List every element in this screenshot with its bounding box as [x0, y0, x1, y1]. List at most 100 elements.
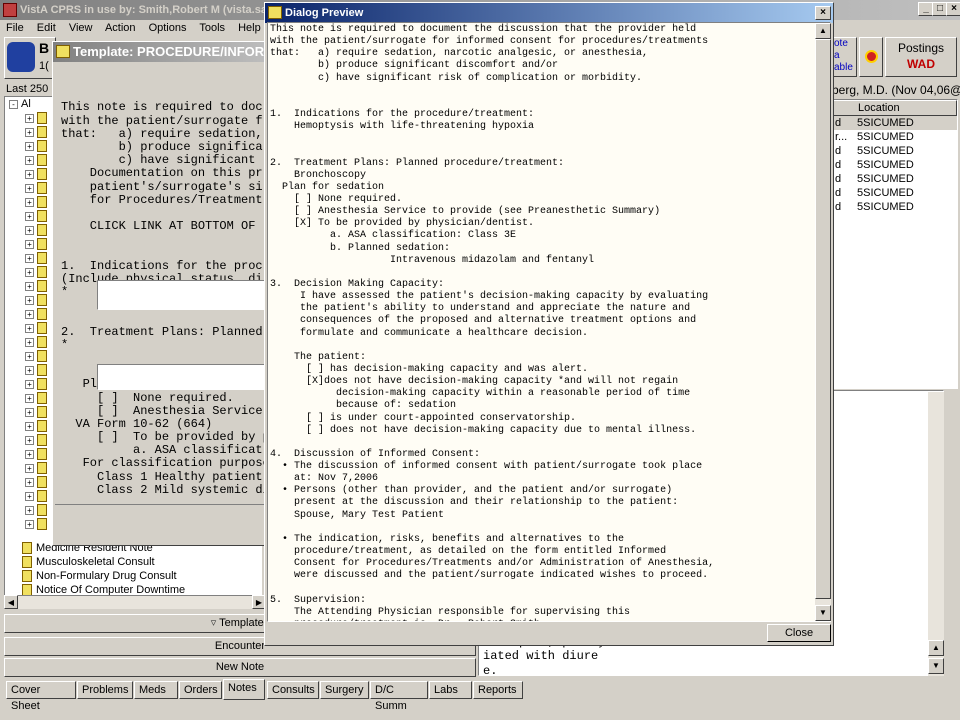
location-column-header[interactable]: Location [831, 100, 957, 116]
scroll-up-arrow[interactable]: ▲ [815, 23, 831, 39]
expand-icon[interactable]: + [25, 337, 34, 347]
tree-node[interactable]: + [5, 391, 53, 405]
expand-icon[interactable]: + [25, 113, 34, 123]
tab-d-c-summ[interactable]: D/C Summ [370, 681, 428, 712]
tree-node[interactable]: + [5, 433, 53, 447]
tree-node[interactable]: + [5, 349, 53, 363]
expand-icon[interactable]: + [25, 323, 34, 333]
dialog-text-area[interactable]: This note is required to document the di… [267, 22, 831, 622]
location-row[interactable]: d 5SICUMED [831, 144, 957, 158]
expand-icon[interactable]: + [25, 295, 34, 305]
tree-root[interactable]: - Al [5, 97, 53, 111]
tree-node[interactable]: + [5, 335, 53, 349]
tab-labs[interactable]: Labs [429, 681, 472, 699]
tree-node[interactable]: + [5, 265, 53, 279]
location-row[interactable]: d 5SICUMED [831, 158, 957, 172]
tree-item[interactable]: Musculoskeletal Consult [22, 555, 262, 569]
tree-node[interactable]: + [5, 237, 53, 251]
expand-icon[interactable]: + [25, 449, 34, 459]
location-row[interactable]: r... 5SICUMED [831, 130, 957, 144]
tree-node[interactable]: + [5, 139, 53, 153]
menu-action[interactable]: Action [105, 22, 136, 34]
expand-icon[interactable]: + [25, 519, 34, 529]
expand-icon[interactable]: + [25, 225, 34, 235]
indications-field[interactable] [97, 280, 274, 310]
menu-view[interactable]: View [69, 22, 93, 34]
tree-node[interactable]: + [5, 223, 53, 237]
expand-icon[interactable]: + [25, 505, 34, 515]
patient-banner[interactable]: B 1( [4, 37, 56, 79]
dialog-vscrollbar[interactable]: ▲ ▼ [815, 23, 831, 621]
expand-icon[interactable]: + [25, 183, 34, 193]
tree-node[interactable]: + [5, 405, 53, 419]
expand-icon[interactable]: + [25, 267, 34, 277]
expand-icon[interactable]: + [25, 281, 34, 291]
menu-options[interactable]: Options [149, 22, 187, 34]
tree-node[interactable]: + [5, 377, 53, 391]
tab-meds[interactable]: Meds [134, 681, 178, 699]
expand-icon[interactable]: + [25, 127, 34, 137]
location-row[interactable]: d 5SICUMED [831, 186, 957, 200]
tree-node[interactable]: + [5, 279, 53, 293]
tree-item[interactable]: Non-Formulary Drug Consult [22, 569, 262, 583]
tree-node[interactable]: + [5, 461, 53, 475]
tab-cover-sheet[interactable]: Cover Sheet [6, 681, 76, 712]
expand-icon[interactable]: + [25, 477, 34, 487]
menu-file[interactable]: File [6, 22, 24, 34]
location-row[interactable]: d 5SICUMED [831, 200, 957, 214]
expand-icon[interactable]: + [25, 435, 34, 445]
location-row[interactable]: d 5SICUMED [831, 172, 957, 186]
tab-reports[interactable]: Reports [473, 681, 523, 699]
menu-tools[interactable]: Tools [199, 22, 225, 34]
tree-node[interactable]: + [5, 167, 53, 181]
expand-icon[interactable]: + [25, 379, 34, 389]
expand-icon[interactable]: + [25, 239, 34, 249]
dialog-close-button[interactable]: Close [767, 624, 831, 642]
expand-icon[interactable]: + [25, 169, 34, 179]
expand-icon[interactable]: + [25, 365, 34, 375]
close-icon[interactable]: × [946, 2, 960, 16]
menu-edit[interactable]: Edit [37, 22, 56, 34]
expand-icon[interactable]: + [25, 211, 34, 221]
tab-surgery[interactable]: Surgery [320, 681, 369, 699]
tree-node[interactable]: + [5, 111, 53, 125]
expand-icon[interactable]: + [25, 155, 34, 165]
tree-node[interactable]: + [5, 419, 53, 433]
expand-icon[interactable]: + [25, 351, 34, 361]
tab-problems[interactable]: Problems [77, 681, 133, 699]
tree-node[interactable]: + [5, 475, 53, 489]
expand-icon[interactable]: + [25, 393, 34, 403]
tree-node[interactable]: + [5, 503, 53, 517]
expand-icon[interactable]: + [25, 309, 34, 319]
expand-icon[interactable]: + [25, 197, 34, 207]
remote-data-button[interactable]: ote a able [833, 37, 857, 77]
tree-node[interactable]: + [5, 153, 53, 167]
location-row[interactable]: d 5SICUMED [831, 116, 957, 130]
tree-node[interactable]: + [5, 321, 53, 335]
tree-node[interactable]: + [5, 209, 53, 223]
tree-node[interactable]: + [5, 293, 53, 307]
tab-notes[interactable]: Notes [223, 679, 265, 700]
tree-hscrollbar[interactable]: ◀ ▶ [4, 595, 266, 609]
menu-help[interactable]: Help [238, 22, 261, 34]
new-note-button[interactable]: New Note [4, 658, 476, 677]
tab-consults[interactable]: Consults [267, 681, 319, 699]
note-vscrollbar[interactable]: ▲ ▼ [928, 392, 944, 676]
tab-orders[interactable]: Orders [179, 681, 222, 699]
tree-node[interactable]: + [5, 195, 53, 209]
expand-icon[interactable]: + [25, 141, 34, 151]
tree-node[interactable]: + [5, 181, 53, 195]
scroll-down-arrow[interactable]: ▼ [815, 605, 831, 621]
tree-node[interactable]: + [5, 125, 53, 139]
tree-node[interactable]: + [5, 363, 53, 377]
alarm-clock-icon[interactable] [859, 37, 883, 77]
expand-icon[interactable]: + [25, 407, 34, 417]
tree-node[interactable]: + [5, 517, 53, 531]
tree-node[interactable]: + [5, 447, 53, 461]
expand-icon[interactable]: + [25, 491, 34, 501]
postings-button[interactable]: Postings WAD [885, 37, 957, 77]
treatment-plans-field[interactable] [97, 364, 274, 390]
tree-node[interactable]: + [5, 489, 53, 503]
expand-icon[interactable]: + [25, 253, 34, 263]
tree-node[interactable]: + [5, 251, 53, 265]
